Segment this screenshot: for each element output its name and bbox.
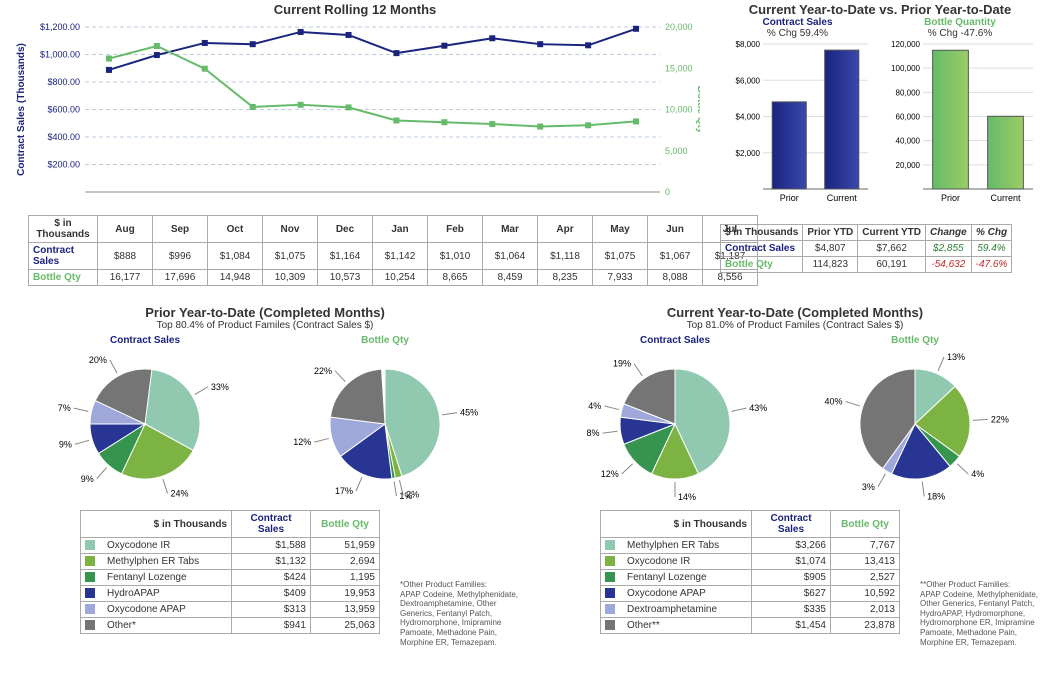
- svg-text:22%: 22%: [314, 366, 332, 376]
- svg-text:12%: 12%: [293, 437, 311, 447]
- svg-text:40,000: 40,000: [895, 137, 920, 146]
- svg-text:Prior: Prior: [940, 193, 959, 203]
- svg-text:43%: 43%: [749, 403, 767, 413]
- rolling-table-wrap: $ in ThousandsAugSepOctNovDecJanFebMarAp…: [28, 215, 758, 286]
- ytd-qty-pct: % Chg -47.6%: [883, 28, 1038, 39]
- svg-text:1%: 1%: [399, 491, 412, 501]
- ytd-sales-pct: % Chg 59.4%: [723, 28, 873, 39]
- svg-text:$6,000: $6,000: [735, 76, 760, 85]
- svg-text:$400.00: $400.00: [47, 132, 80, 142]
- svg-text:22%: 22%: [991, 414, 1009, 424]
- svg-text:8%: 8%: [587, 428, 600, 438]
- svg-text:60,000: 60,000: [895, 113, 920, 122]
- svg-text:Current: Current: [990, 193, 1021, 203]
- svg-text:12%: 12%: [601, 469, 619, 479]
- svg-text:100,000: 100,000: [891, 64, 920, 73]
- svg-text:7%: 7%: [58, 403, 71, 413]
- ytd-title: Current Year-to-Date vs. Prior Year-to-D…: [720, 2, 1040, 17]
- svg-text:14%: 14%: [678, 492, 696, 501]
- ytd-qty-label: Bottle Quantity: [883, 17, 1038, 28]
- cur-pie2-label: Bottle Qty: [800, 335, 1030, 346]
- svg-text:0: 0: [665, 187, 670, 197]
- prior-pie1-label: Contract Sales: [30, 335, 260, 346]
- ytd-sales-bar-chart: $2,000 $4,000 $6,000 $8,000 Prior Current: [723, 39, 873, 209]
- svg-text:4%: 4%: [971, 469, 984, 479]
- svg-text:$600.00: $600.00: [47, 105, 80, 115]
- prior-footnote: *Other Product Families: APAP Codeine, M…: [400, 580, 530, 647]
- svg-text:$1,000.00: $1,000.00: [40, 50, 80, 60]
- svg-text:10,000: 10,000: [665, 105, 693, 115]
- svg-text:20,000: 20,000: [665, 22, 693, 32]
- svg-text:45%: 45%: [460, 408, 478, 418]
- svg-text:$2,000: $2,000: [735, 149, 760, 158]
- svg-text:4%: 4%: [588, 401, 601, 411]
- cur-product-table: $ in ThousandsContract SalesBottle QtyMe…: [600, 510, 900, 634]
- cur-footnote: **Other Product Families: APAP Codeine, …: [920, 580, 1045, 647]
- cur-qty-pie: 13% 22% 4% 18% 3% 40%: [800, 346, 1030, 501]
- prior-pie2-label: Bottle Qty: [270, 335, 500, 346]
- svg-text:$4,000: $4,000: [735, 113, 760, 122]
- svg-text:80,000: 80,000: [895, 88, 920, 97]
- svg-text:120,000: 120,000: [891, 40, 920, 49]
- svg-text:$200.00: $200.00: [47, 160, 80, 170]
- ytd-table: $ in ThousandsPrior YTDCurrent YTDChange…: [720, 224, 1012, 273]
- prior-title: Prior Year-to-Date (Completed Months): [10, 305, 520, 320]
- svg-text:Bottle Qty: Bottle Qty: [695, 86, 700, 134]
- svg-text:17%: 17%: [335, 486, 353, 496]
- prior-qty-pie: 45%2%1%17%12%22%: [270, 346, 500, 501]
- svg-text:3%: 3%: [862, 482, 875, 492]
- svg-text:Prior: Prior: [779, 193, 798, 203]
- cur-sales-pie: 43% 14% 12% 8% 4% 19%: [560, 346, 790, 501]
- svg-text:5,000: 5,000: [665, 146, 688, 156]
- svg-text:13%: 13%: [947, 352, 965, 362]
- svg-text:19%: 19%: [613, 359, 631, 369]
- svg-text:40%: 40%: [825, 396, 843, 406]
- rolling-12-chart: $200.00 $400.00 $600.00 $800.00 $1,000.00 $1,…: [10, 17, 700, 212]
- prior-subtitle: Top 80.4% of Product Familes (Contract S…: [10, 320, 520, 331]
- svg-text:Contract Sales (Thousands): Contract Sales (Thousands): [16, 43, 27, 176]
- cur-subtitle: Top 81.0% of Product Familes (Contract S…: [540, 320, 1050, 331]
- svg-text:$8,000: $8,000: [735, 40, 760, 49]
- ytd-sales-label: Contract Sales: [723, 17, 873, 28]
- prior-sales-pie: 33% 24% 9% 9% 7% 20%: [30, 346, 260, 501]
- svg-text:20,000: 20,000: [895, 161, 920, 170]
- cur-pie1-label: Contract Sales: [560, 335, 790, 346]
- ytd-table-wrap: $ in ThousandsPrior YTDCurrent YTDChange…: [720, 224, 1012, 273]
- rolling-title: Current Rolling 12 Months: [10, 2, 700, 17]
- prior-product-table: $ in ThousandsContract SalesBottle QtyOx…: [80, 510, 380, 634]
- cur-title: Current Year-to-Date (Completed Months): [540, 305, 1050, 320]
- ytd-qty-bar-chart: 20,000 40,000 60,000 80,000 100,000 120,000 Pr…: [883, 39, 1038, 209]
- svg-text:$800.00: $800.00: [47, 77, 80, 87]
- svg-text:33%: 33%: [211, 382, 229, 392]
- svg-text:9%: 9%: [59, 439, 72, 449]
- svg-text:9%: 9%: [81, 474, 94, 484]
- svg-text:20%: 20%: [89, 355, 107, 365]
- rolling-table: $ in ThousandsAugSepOctNovDecJanFebMarAp…: [28, 215, 758, 286]
- svg-text:Current: Current: [826, 193, 857, 203]
- svg-text:24%: 24%: [171, 488, 189, 498]
- svg-text:15,000: 15,000: [665, 63, 693, 73]
- svg-text:18%: 18%: [927, 491, 945, 501]
- svg-text:$1,200.00: $1,200.00: [40, 22, 80, 32]
